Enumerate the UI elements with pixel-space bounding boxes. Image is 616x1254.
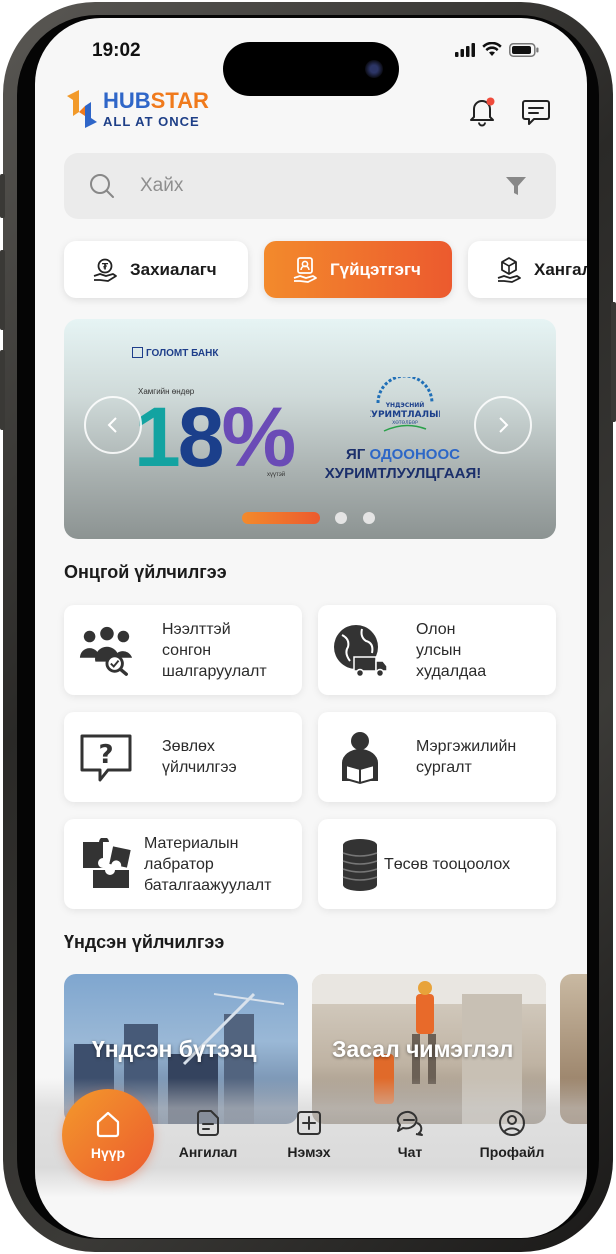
svg-text:₮: ₮ — [102, 262, 109, 272]
tab-add[interactable]: Нэмэх — [269, 1108, 349, 1160]
question-chat-icon: ? — [78, 730, 134, 786]
profile-icon — [497, 1108, 527, 1138]
category-icon — [193, 1108, 223, 1138]
segment-supplier[interactable]: Хангал — [468, 241, 587, 298]
status-icons — [455, 42, 539, 57]
power-button — [611, 302, 616, 422]
puzzle-icon — [78, 837, 134, 893]
volume-down-button — [0, 350, 5, 430]
card-consulting[interactable]: ? Зөвлөх үйлчилгээ — [64, 712, 302, 802]
phone-frame: 19:02 HUBSTAR ALL AT ONCE Хайх ₮ Захиала… — [0, 2, 616, 1252]
card-training[interactable]: Мэргэжилийн сургалт — [318, 712, 556, 802]
signal-icon — [455, 42, 475, 57]
tab-label: Чат — [397, 1144, 423, 1160]
rate-suffix: хүүтэй — [267, 472, 286, 478]
seal-line2: ХУРИМТЛАЛЫН — [370, 410, 440, 420]
card-label: Олон улсын худалдаа — [416, 620, 487, 680]
globe-truck-icon — [332, 623, 388, 679]
chevron-right-icon — [499, 417, 509, 433]
main-section-title: Үндсэн үйлчилгээ — [64, 932, 225, 952]
tab-label: Ангилал — [178, 1144, 238, 1160]
card-label: Зөвлөх үйлчилгээ — [162, 738, 237, 776]
wifi-icon — [482, 42, 502, 56]
message-square-icon — [522, 100, 550, 125]
svg-text:?: ? — [98, 740, 113, 770]
card-label: Төсөв тооцоолох — [384, 855, 511, 873]
banner-slogan: ЯГ ОДООНООС ХУРИМТЛУУЛЦГААЯ! — [324, 446, 482, 482]
tab-label: Нүүр — [90, 1145, 126, 1161]
segment-label: Захиалагч — [130, 259, 217, 279]
card-material-lab[interactable]: Материалын лабратор баталгаажуулалт — [64, 819, 302, 909]
add-icon — [294, 1108, 324, 1138]
battery-icon — [509, 42, 539, 57]
card-international-trade[interactable]: Олон улсын худалдаа — [318, 605, 556, 695]
segment-label: Хангал — [534, 259, 587, 279]
segment-customer[interactable]: ₮ Захиалагч — [64, 241, 248, 298]
chevron-left-icon — [107, 417, 117, 433]
tab-profile[interactable]: Профайл — [472, 1108, 552, 1160]
logo-mark-icon — [67, 90, 97, 128]
card-label: Нээлттэй сонгон шалгаруулалт — [162, 620, 267, 680]
home-icon — [96, 1111, 120, 1138]
tab-chat[interactable]: Чат — [370, 1108, 450, 1160]
hand-coin-icon: ₮ — [93, 258, 117, 282]
card-budget-calc[interactable]: Төсөв тооцоолох — [318, 819, 556, 909]
search-placeholder: Хайх — [140, 175, 184, 196]
reader-icon — [332, 730, 388, 786]
tile-label: Үндсэн бүтээц — [92, 1036, 257, 1062]
screen: 19:02 HUBSTAR ALL AT ONCE Хайх ₮ Захиала… — [35, 18, 587, 1238]
app-logo[interactable]: HUBSTAR ALL AT ONCE — [63, 86, 223, 136]
card-label: Материалын лабратор баталгаажуулалт — [144, 834, 272, 894]
segment-contractor[interactable]: Гүйцэтгэгч — [264, 241, 452, 298]
bell-icon — [470, 97, 495, 127]
notification-button[interactable] — [465, 94, 499, 128]
carousel-dot-active[interactable] — [242, 512, 320, 524]
tab-label: Профайл — [479, 1144, 545, 1160]
program-seal-icon: ҮНДЭСНИЙ ХУРИМТЛАЛЫН ХӨТӨЛБӨР — [370, 377, 440, 432]
hand-box-icon — [497, 256, 521, 283]
hand-person-icon — [293, 256, 317, 283]
camera — [365, 60, 383, 78]
logo-wordmark: HUBSTAR — [103, 88, 209, 113]
card-open-tender[interactable]: Нээлттэй сонгон шалгаруулалт — [64, 605, 302, 695]
banner-next-button[interactable] — [474, 396, 532, 454]
search-icon — [90, 174, 114, 198]
carousel-dot[interactable] — [363, 512, 375, 524]
tab-category[interactable]: Ангилал — [168, 1108, 248, 1160]
promo-banner[interactable]: ГОЛОМТ БАНК Хамгийн өндөр 18% хүүтэй ҮНД… — [64, 319, 556, 539]
chat-icon — [395, 1108, 425, 1138]
tile-label: Засал чимэглэл — [332, 1036, 514, 1062]
tab-home[interactable]: Нүүр — [62, 1089, 154, 1181]
seal-line1: ҮНДЭСНИЙ — [385, 401, 425, 409]
team-search-icon — [78, 623, 134, 679]
banner-prev-button[interactable] — [84, 396, 142, 454]
logo-tagline: ALL AT ONCE — [103, 114, 200, 129]
tab-label: Нэмэх — [287, 1144, 331, 1160]
mute-switch — [0, 174, 5, 218]
featured-section-title: Онцгой үйлчилгээ — [64, 562, 227, 582]
card-label: Мэргэжилийн сургалт — [416, 738, 517, 776]
coin-stack-icon — [332, 837, 388, 893]
segment-label: Гүйцэтгэгч — [330, 259, 421, 279]
search-input[interactable]: Хайх — [64, 153, 556, 219]
status-time: 19:02 — [92, 40, 141, 61]
volume-up-button — [0, 250, 5, 330]
filter-icon[interactable] — [504, 174, 528, 198]
messages-button[interactable] — [519, 94, 553, 128]
bank-logo: ГОЛОМТ БАНК — [132, 347, 218, 359]
carousel-dot[interactable] — [335, 512, 347, 524]
